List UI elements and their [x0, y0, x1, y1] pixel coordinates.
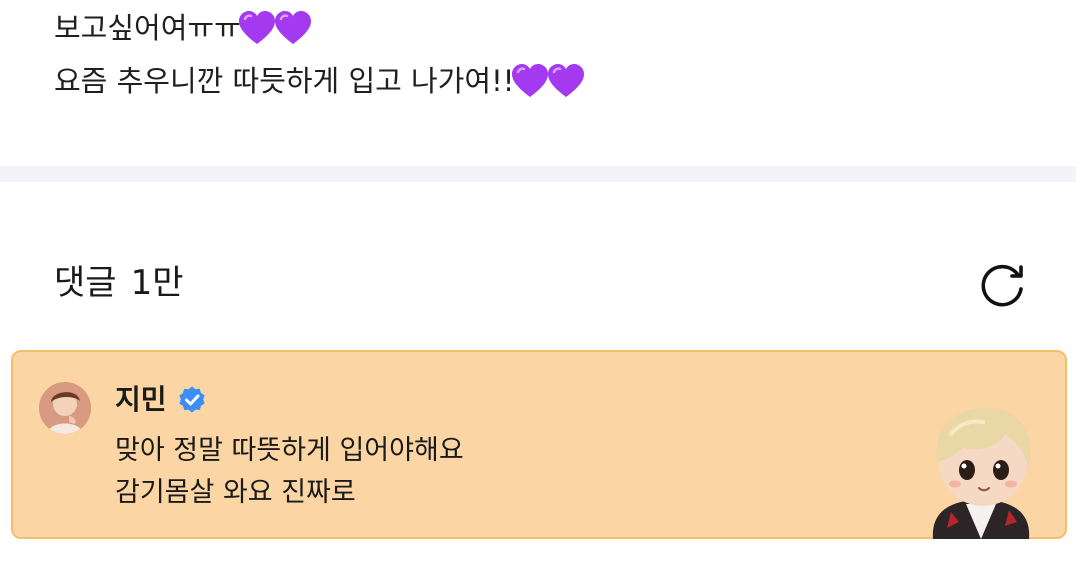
- comment-line-1: 맞아 정말 따뜻하게 입어야해요: [115, 435, 464, 466]
- post-text-line-2: 요즘 추우니깐 따듯하게 입고 나가여!!: [54, 64, 515, 98]
- purple-heart-icon: [274, 10, 311, 44]
- comment-line-2: 감기몸살 와요 진짜로: [115, 477, 356, 508]
- comments-count: 1만: [130, 263, 184, 303]
- purple-heart-icon: [512, 63, 549, 97]
- comment-author[interactable]: 지민: [115, 380, 167, 420]
- post-line-1: 보고싶어여ㅠㅠ: [54, 2, 1034, 55]
- comments-header: 댓글 1만: [54, 258, 183, 308]
- verified-badge-icon: [178, 386, 205, 413]
- purple-heart-icon: [548, 63, 585, 97]
- comment-author-row: 지민: [115, 380, 207, 420]
- comment-text: 맞아 정말 따뜻하게 입어야해요 감기몸살 와요 진짜로: [115, 430, 464, 514]
- pinned-comment[interactable]: 지민 맞아 정말 따뜻하게 입어야해요 감기몸살 와요 진짜로: [11, 350, 1067, 539]
- character-sticker: [932, 407, 1031, 539]
- avatar[interactable]: [39, 382, 91, 434]
- purple-heart-icon: [238, 10, 275, 44]
- post-line-2: 요즘 추우니깐 따듯하게 입고 나가여!!: [54, 55, 1034, 108]
- comments-title: 댓글: [54, 263, 117, 303]
- post-text-line-1: 보고싶어여ㅠㅠ: [54, 11, 241, 45]
- post-body: 보고싶어여ㅠㅠ 요즘 추우니깐 따듯하게 입고 나가여!!: [54, 2, 1034, 108]
- section-divider: [0, 166, 1076, 182]
- refresh-icon[interactable]: [974, 258, 1030, 314]
- avatar-image: [39, 382, 91, 434]
